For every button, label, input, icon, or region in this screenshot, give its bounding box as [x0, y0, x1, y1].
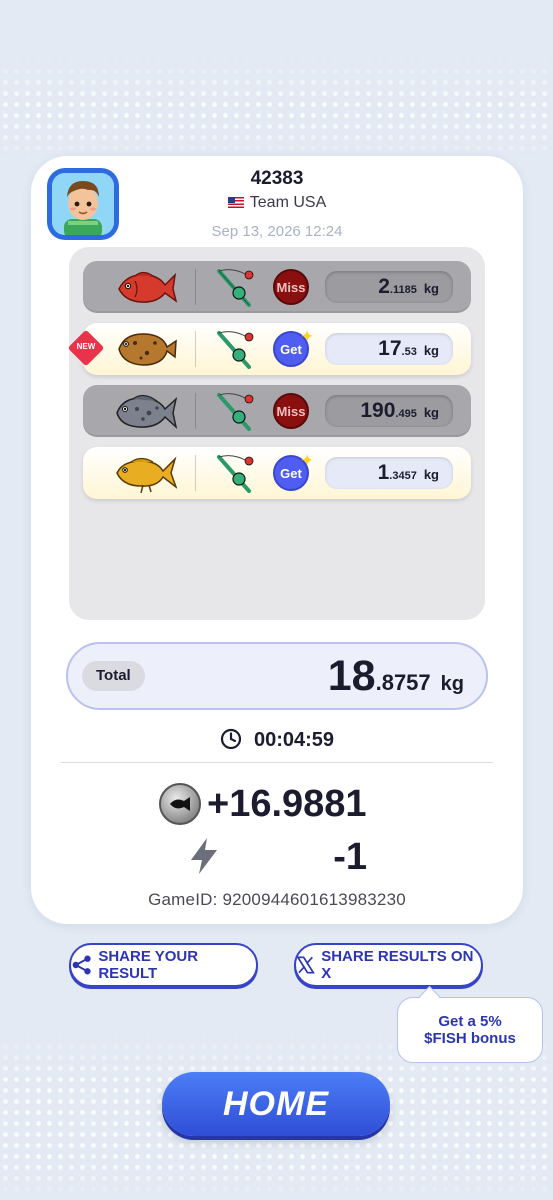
x-logo-icon — [296, 956, 315, 974]
result-label: Get — [280, 465, 302, 481]
result-label: Get — [280, 341, 302, 357]
flounder-fish-icon — [118, 333, 177, 366]
fishing-rod-icon — [217, 393, 254, 431]
share-on-x-label: SHARE RESULTS ON X — [321, 948, 474, 982]
lightning-icon — [191, 838, 217, 874]
energy-value: -1 — [333, 836, 367, 878]
weight-decimal: .53 — [401, 346, 417, 358]
catch-weight: 190.495 kg — [325, 395, 453, 427]
tooltip-line-2: $FISH bonus — [424, 1030, 516, 1047]
weight-integer: 190 — [360, 399, 396, 422]
weight-integer: 1 — [377, 461, 390, 484]
fishing-rod-icon — [217, 455, 254, 493]
result-badge-get: Get ✦ — [273, 328, 313, 367]
fishing-rod-icon — [217, 269, 254, 307]
total-unit: kg — [440, 673, 464, 695]
weight-decimal: .1185 — [389, 284, 417, 296]
game-id: GameID: 9200944601613983230 — [148, 890, 406, 909]
row-separator — [195, 455, 196, 491]
team-label: Team USA — [31, 194, 523, 212]
share-icon — [72, 955, 91, 975]
sparkle-icon: ✦ — [301, 328, 313, 344]
weight-decimal: .3457 — [389, 470, 417, 482]
weight-integer: 2 — [378, 275, 390, 298]
total-decimal: .8757 — [375, 670, 431, 695]
sparkle-icon: ✦ — [301, 452, 313, 468]
result-label: Miss — [276, 403, 306, 419]
catch-list: Miss 2.1185 kg NEW Get ✦ 17.53 kg Miss 1… — [67, 247, 485, 620]
total-value: 18.8757 kg — [328, 652, 464, 701]
weight-unit: kg — [423, 343, 439, 358]
fishing-rod-icon — [217, 331, 254, 369]
clock-icon — [220, 728, 242, 750]
game-date: Sep 13, 2026 12:24 — [211, 223, 343, 240]
tooltip-line-1: Get a 5% — [438, 1013, 502, 1030]
share-result-label: SHARE YOUR RESULT — [98, 948, 199, 982]
energy-line: -1 — [187, 836, 367, 880]
catch-row: Get ✦ 1.3457 kg — [83, 447, 471, 499]
total-label: Total — [82, 661, 145, 691]
row-separator — [195, 331, 196, 367]
weight-decimal: .495 — [395, 408, 417, 420]
catch-weight: 1.3457 kg — [325, 457, 453, 489]
team-name: Team USA — [249, 194, 327, 211]
red-snapper-fish-icon — [118, 271, 177, 303]
row-separator — [195, 269, 196, 305]
divider — [61, 762, 493, 763]
result-card: 42383 Team USA Sep 13, 2026 12:24 Miss 2… — [31, 156, 523, 924]
share-result-button[interactable]: SHARE YOUR RESULT — [69, 943, 258, 987]
result-label: Miss — [276, 279, 306, 295]
result-badge-miss: Miss — [273, 393, 309, 429]
total-weight-panel: Total 18.8757 kg — [66, 642, 488, 710]
catch-weight: 2.1185 kg — [325, 271, 453, 303]
catch-row: Miss 190.495 kg — [83, 385, 471, 437]
catch-row: Miss 2.1185 kg — [83, 261, 471, 313]
total-integer: 18 — [327, 652, 376, 700]
us-flag-icon — [227, 197, 244, 208]
weight-unit: kg — [423, 281, 439, 296]
timer-value: 00:04:59 — [253, 729, 335, 751]
reward-value: +16.9881 — [207, 782, 367, 825]
weight-unit: kg — [423, 467, 439, 482]
new-label: NEW — [76, 342, 96, 351]
background-dots-top — [0, 55, 553, 165]
weight-integer: 17 — [378, 337, 402, 360]
grouper-fish-icon — [116, 394, 177, 429]
bonus-tooltip: Get a 5% $FISH bonus — [397, 997, 543, 1063]
catch-row: NEW Get ✦ 17.53 kg — [67, 323, 471, 375]
result-badge-get: Get ✦ — [273, 452, 313, 491]
catch-weight: 17.53 kg — [325, 333, 453, 365]
reward-line: +16.9881 — [159, 782, 367, 826]
elapsed-time: 00:04:59 — [31, 728, 523, 752]
weight-unit: kg — [423, 405, 439, 420]
carp-fish-icon — [116, 456, 177, 493]
fish-token-icon — [159, 783, 201, 825]
home-button[interactable]: HOME — [162, 1072, 390, 1136]
row-separator — [195, 393, 196, 429]
result-badge-miss: Miss — [273, 269, 309, 305]
share-on-x-button[interactable]: SHARE RESULTS ON X — [294, 943, 483, 987]
player-name: 42383 — [250, 168, 304, 189]
